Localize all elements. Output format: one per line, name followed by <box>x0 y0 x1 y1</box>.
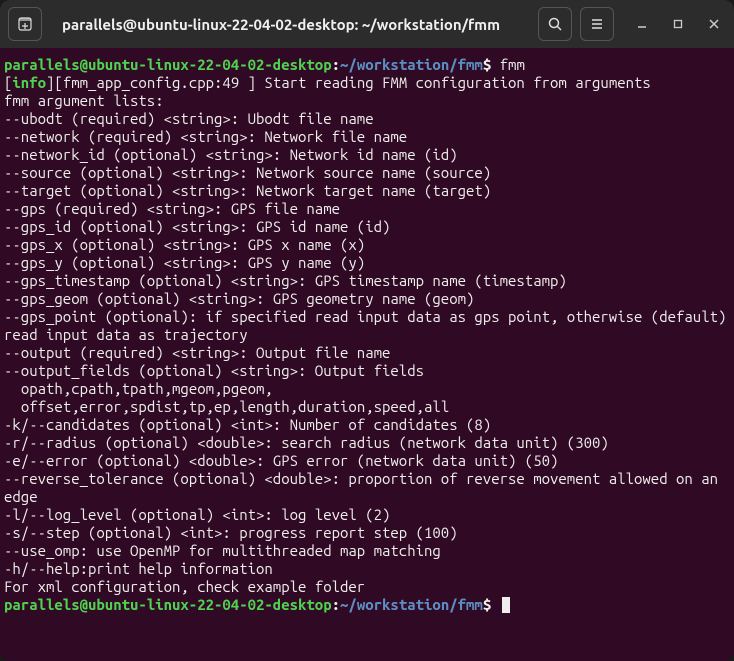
output-body: fmm argument lists: --ubodt (required) <… <box>4 92 730 596</box>
terminal-content[interactable]: parallels@ubuntu-linux-22-04-02-desktop:… <box>0 48 734 661</box>
prompt-dollar: $ <box>483 56 500 73</box>
titlebar: parallels@ubuntu-linux-22-04-02-desktop:… <box>0 0 734 48</box>
terminal-window: parallels@ubuntu-linux-22-04-02-desktop:… <box>0 0 734 661</box>
close-button[interactable] <box>702 12 726 36</box>
output-info-line: ][fmm_app_config.cpp:49 ] Start reading … <box>46 74 651 91</box>
prompt-user-host: parallels@ubuntu-linux-22-04-02-desktop <box>4 56 332 73</box>
new-tab-button[interactable] <box>8 7 42 41</box>
prompt-path: ~/workstation/fmm <box>340 56 483 73</box>
command-text: fmm <box>500 56 525 73</box>
menu-button[interactable] <box>580 7 614 41</box>
window-controls <box>630 12 726 36</box>
prompt-colon: : <box>332 596 340 613</box>
prompt-user-host: parallels@ubuntu-linux-22-04-02-desktop <box>4 596 332 613</box>
prompt-path: ~/workstation/fmm <box>340 596 483 613</box>
window-title: parallels@ubuntu-linux-22-04-02-desktop:… <box>50 16 530 33</box>
info-tag: info <box>12 74 46 91</box>
maximize-button[interactable] <box>666 12 690 36</box>
search-button[interactable] <box>538 7 572 41</box>
prompt-colon: : <box>332 56 340 73</box>
cursor <box>502 597 510 613</box>
minimize-button[interactable] <box>630 12 654 36</box>
prompt-dollar: $ <box>483 596 500 613</box>
